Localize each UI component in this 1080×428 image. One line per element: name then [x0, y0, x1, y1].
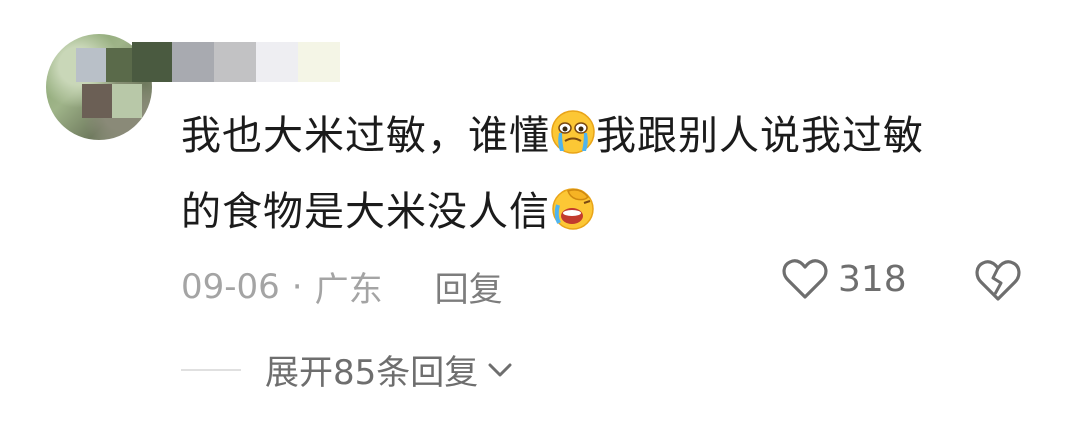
comment-line1a: 我也大米过敏，谁懂 [181, 113, 550, 159]
comment-line1b: 我跟别人说我过敏 [596, 113, 924, 159]
meta-separator: · [291, 266, 303, 307]
reply-button[interactable]: 回复 [435, 262, 503, 311]
avatar-blur [76, 48, 106, 82]
crying-face-icon [551, 110, 595, 154]
avatar-blur [82, 84, 112, 118]
comment-line2: 的食物是大米没人信 [181, 189, 550, 235]
expand-replies-label: 展开85条回复 [265, 353, 479, 393]
like-button[interactable]: 318 [782, 258, 907, 300]
avatar-blur [112, 84, 142, 118]
comment-meta: 09-06 · 广东 回复 [181, 262, 503, 311]
like-count: 318 [838, 258, 907, 300]
comment-date: 09-06 [181, 266, 280, 307]
comment-text: 我也大米过敏，谁懂 我跟别人说我过敏 的食物是大米没人信 [181, 98, 1041, 250]
facepalm-laugh-icon [552, 188, 594, 230]
heart-icon [782, 259, 828, 299]
expand-replies-button[interactable]: 展开85条回复 [181, 345, 514, 394]
dislike-button[interactable] [974, 258, 1022, 306]
comment-location: 广东 [314, 270, 383, 310]
broken-heart-icon [975, 260, 1021, 301]
chevron-down-icon [488, 363, 512, 376]
divider-line [181, 368, 241, 371]
username-blurred[interactable] [132, 42, 340, 82]
